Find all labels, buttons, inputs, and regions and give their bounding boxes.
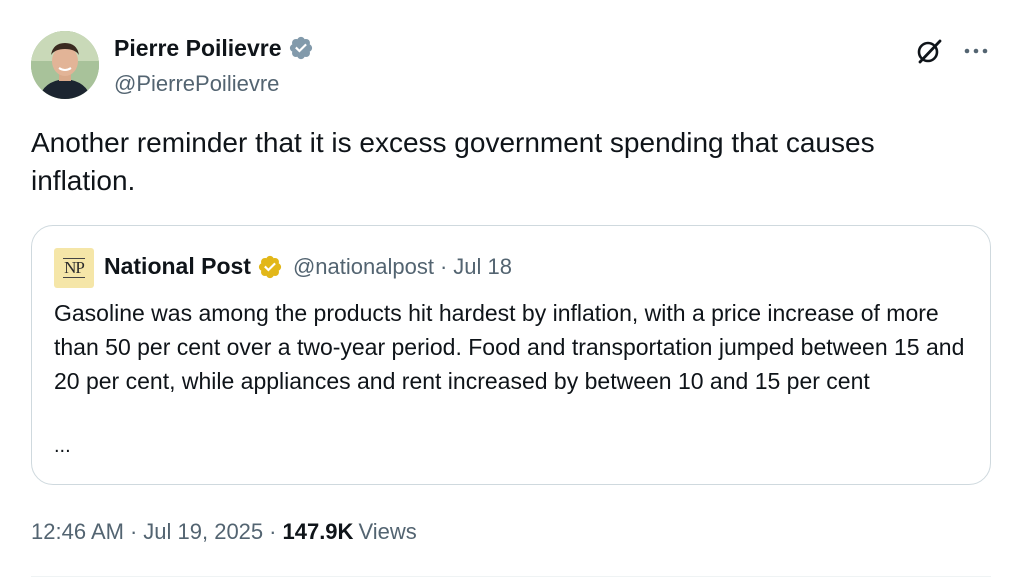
author-name-text[interactable]: Pierre Poilievre — [114, 34, 282, 62]
tweet-time[interactable]: 12:46 AM — [31, 517, 124, 547]
tweet-text: Another reminder that it is excess gover… — [31, 127, 875, 196]
tweet-metadata: 12:46 AM · Jul 19, 2025 · 147.9K Views — [31, 517, 417, 547]
quote-date[interactable]: Jul 18 — [453, 254, 512, 280]
logo-text: NP — [63, 258, 85, 278]
divider — [31, 576, 991, 577]
quote-header: National Post @nationalpost · Jul 18 — [104, 253, 512, 280]
national-post-logo[interactable]: NP — [54, 248, 94, 288]
grok-icon[interactable] — [914, 36, 944, 66]
quote-truncation: ... — [54, 435, 71, 457]
quote-separator: · — [439, 253, 448, 279]
meta-separator-2: · — [269, 519, 277, 544]
quote-author-name[interactable]: National Post — [104, 253, 251, 280]
meta-separator: · — [129, 519, 138, 544]
quote-text: Gasoline was among the products hit hard… — [54, 300, 965, 394]
author-handle[interactable]: @PierrePoilievre — [114, 70, 279, 98]
author-name[interactable]: Pierre Poilievre — [114, 34, 314, 62]
quote-author-handle[interactable]: @nationalpost — [293, 254, 434, 280]
tweet-card: Pierre Poilievre @PierrePoilievre Anothe… — [0, 0, 1022, 580]
verified-badge-icon — [289, 36, 312, 60]
tweet-date[interactable]: Jul 19, 2025 — [143, 517, 263, 547]
views-count[interactable]: 147.9K — [282, 517, 353, 547]
more-options-icon[interactable] — [961, 36, 991, 66]
views-label: Views — [358, 519, 417, 544]
avatar-image — [31, 31, 99, 99]
author-avatar[interactable] — [31, 31, 99, 99]
gold-verified-badge-icon — [258, 255, 282, 278]
quoted-tweet[interactable]: NP National Post @nationalpost · Jul 18 … — [31, 225, 991, 485]
